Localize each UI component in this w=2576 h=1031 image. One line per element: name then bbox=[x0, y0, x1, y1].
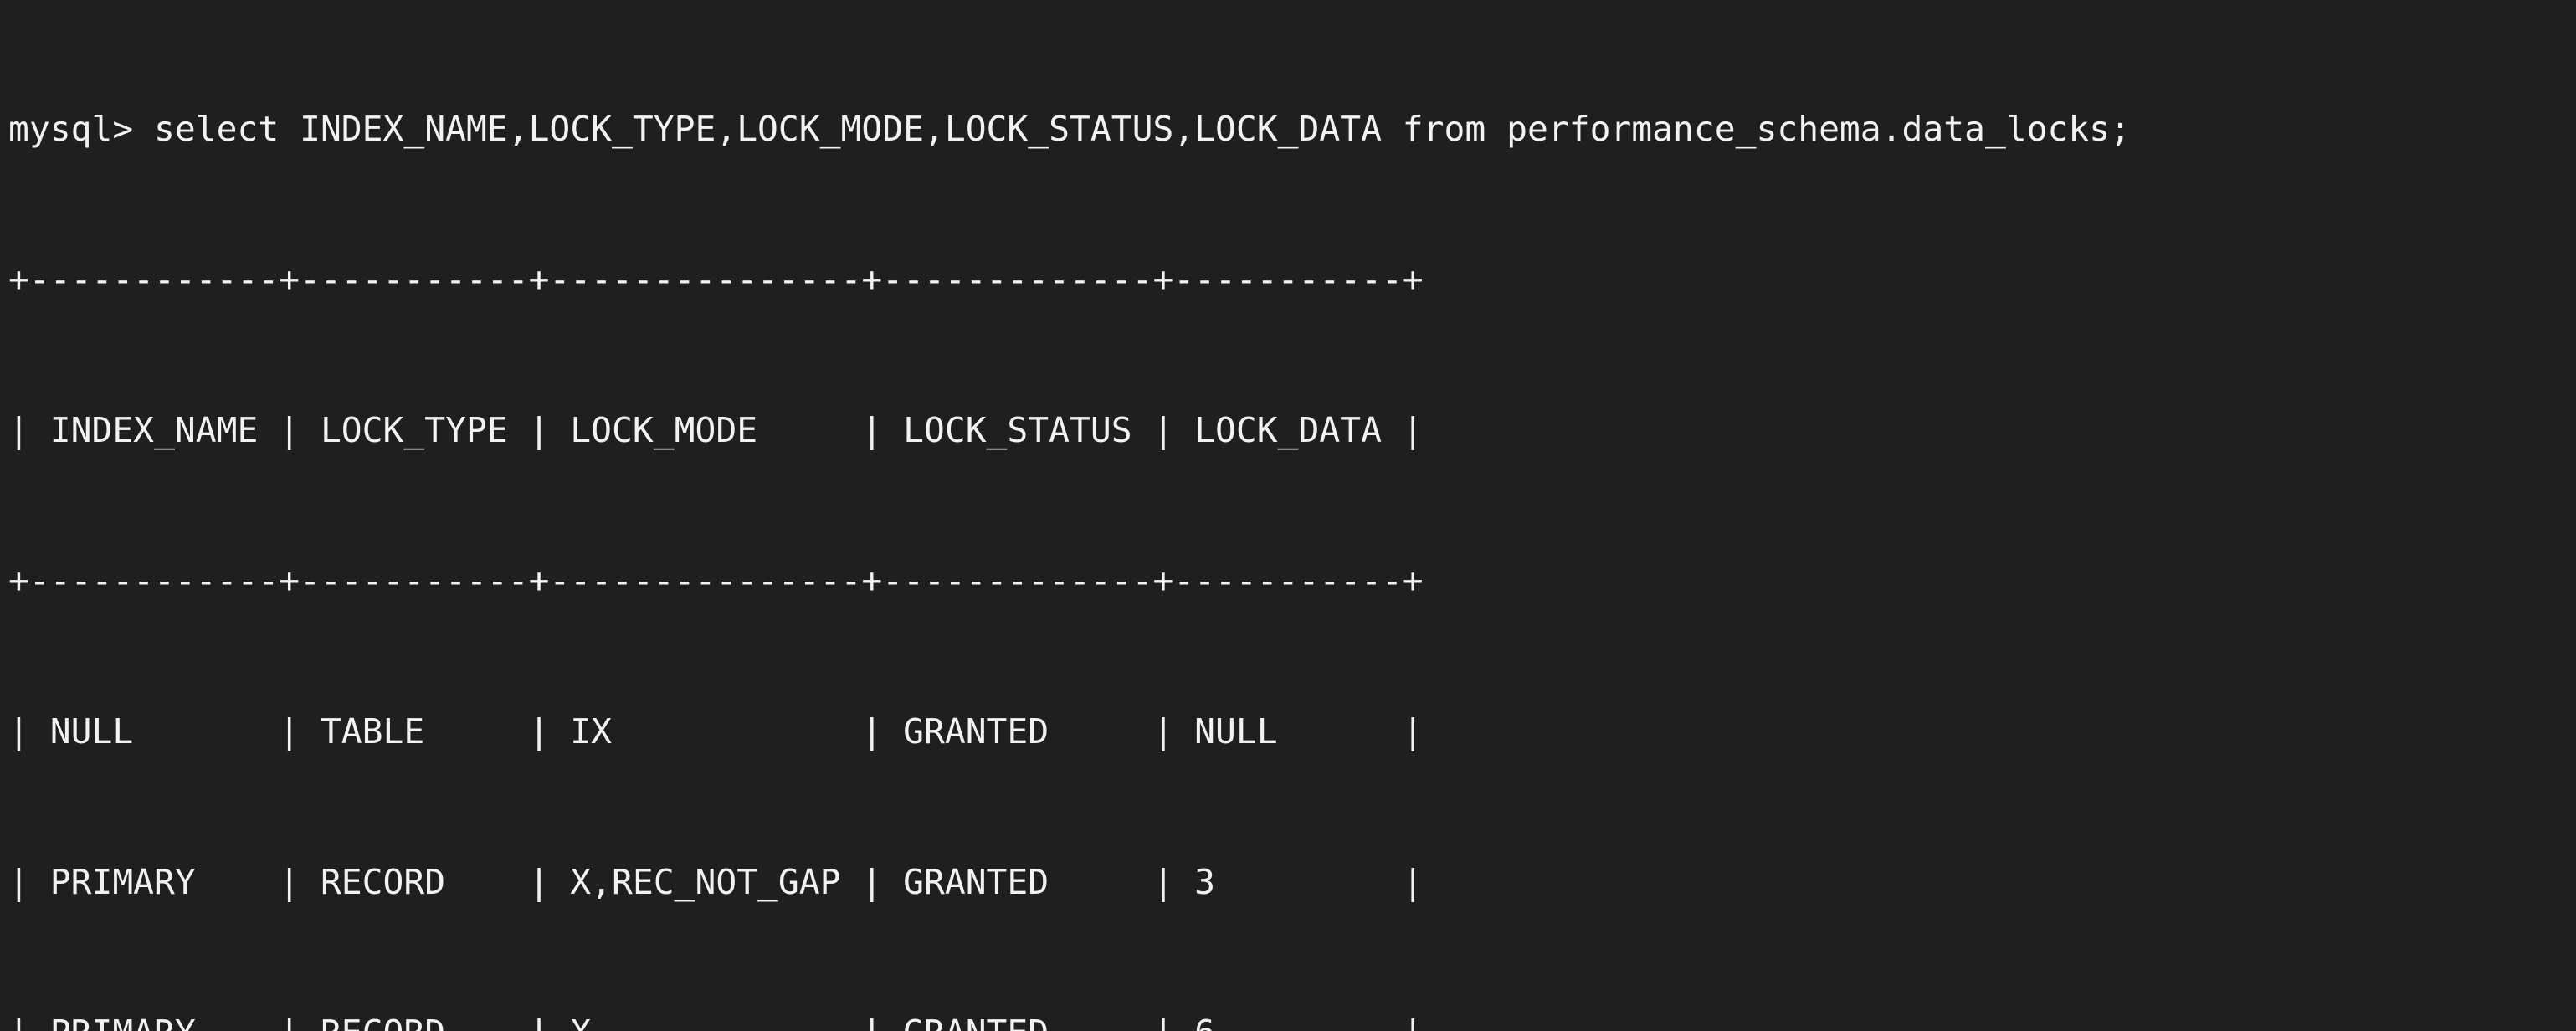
table-border-header: +------------+-----------+--------------… bbox=[8, 561, 1424, 601]
table-row: | NULL | TABLE | IX | GRANTED | NULL | bbox=[8, 711, 1424, 751]
terminal-output-pane[interactable]: mysql> select INDEX_NAME,LOCK_TYPE,LOCK_… bbox=[0, 0, 2576, 1031]
mysql-prompt-line: mysql> select INDEX_NAME,LOCK_TYPE,LOCK_… bbox=[8, 109, 2132, 149]
table-row: | PRIMARY | RECORD | X,REC_NOT_GAP | GRA… bbox=[8, 862, 1424, 902]
table-header-row: | INDEX_NAME | LOCK_TYPE | LOCK_MODE | L… bbox=[8, 410, 1424, 450]
table-row: | PRIMARY | RECORD | X | GRANTED | 6 | bbox=[8, 1008, 2576, 1031]
table-border-top: +------------+-----------+--------------… bbox=[8, 259, 1424, 300]
